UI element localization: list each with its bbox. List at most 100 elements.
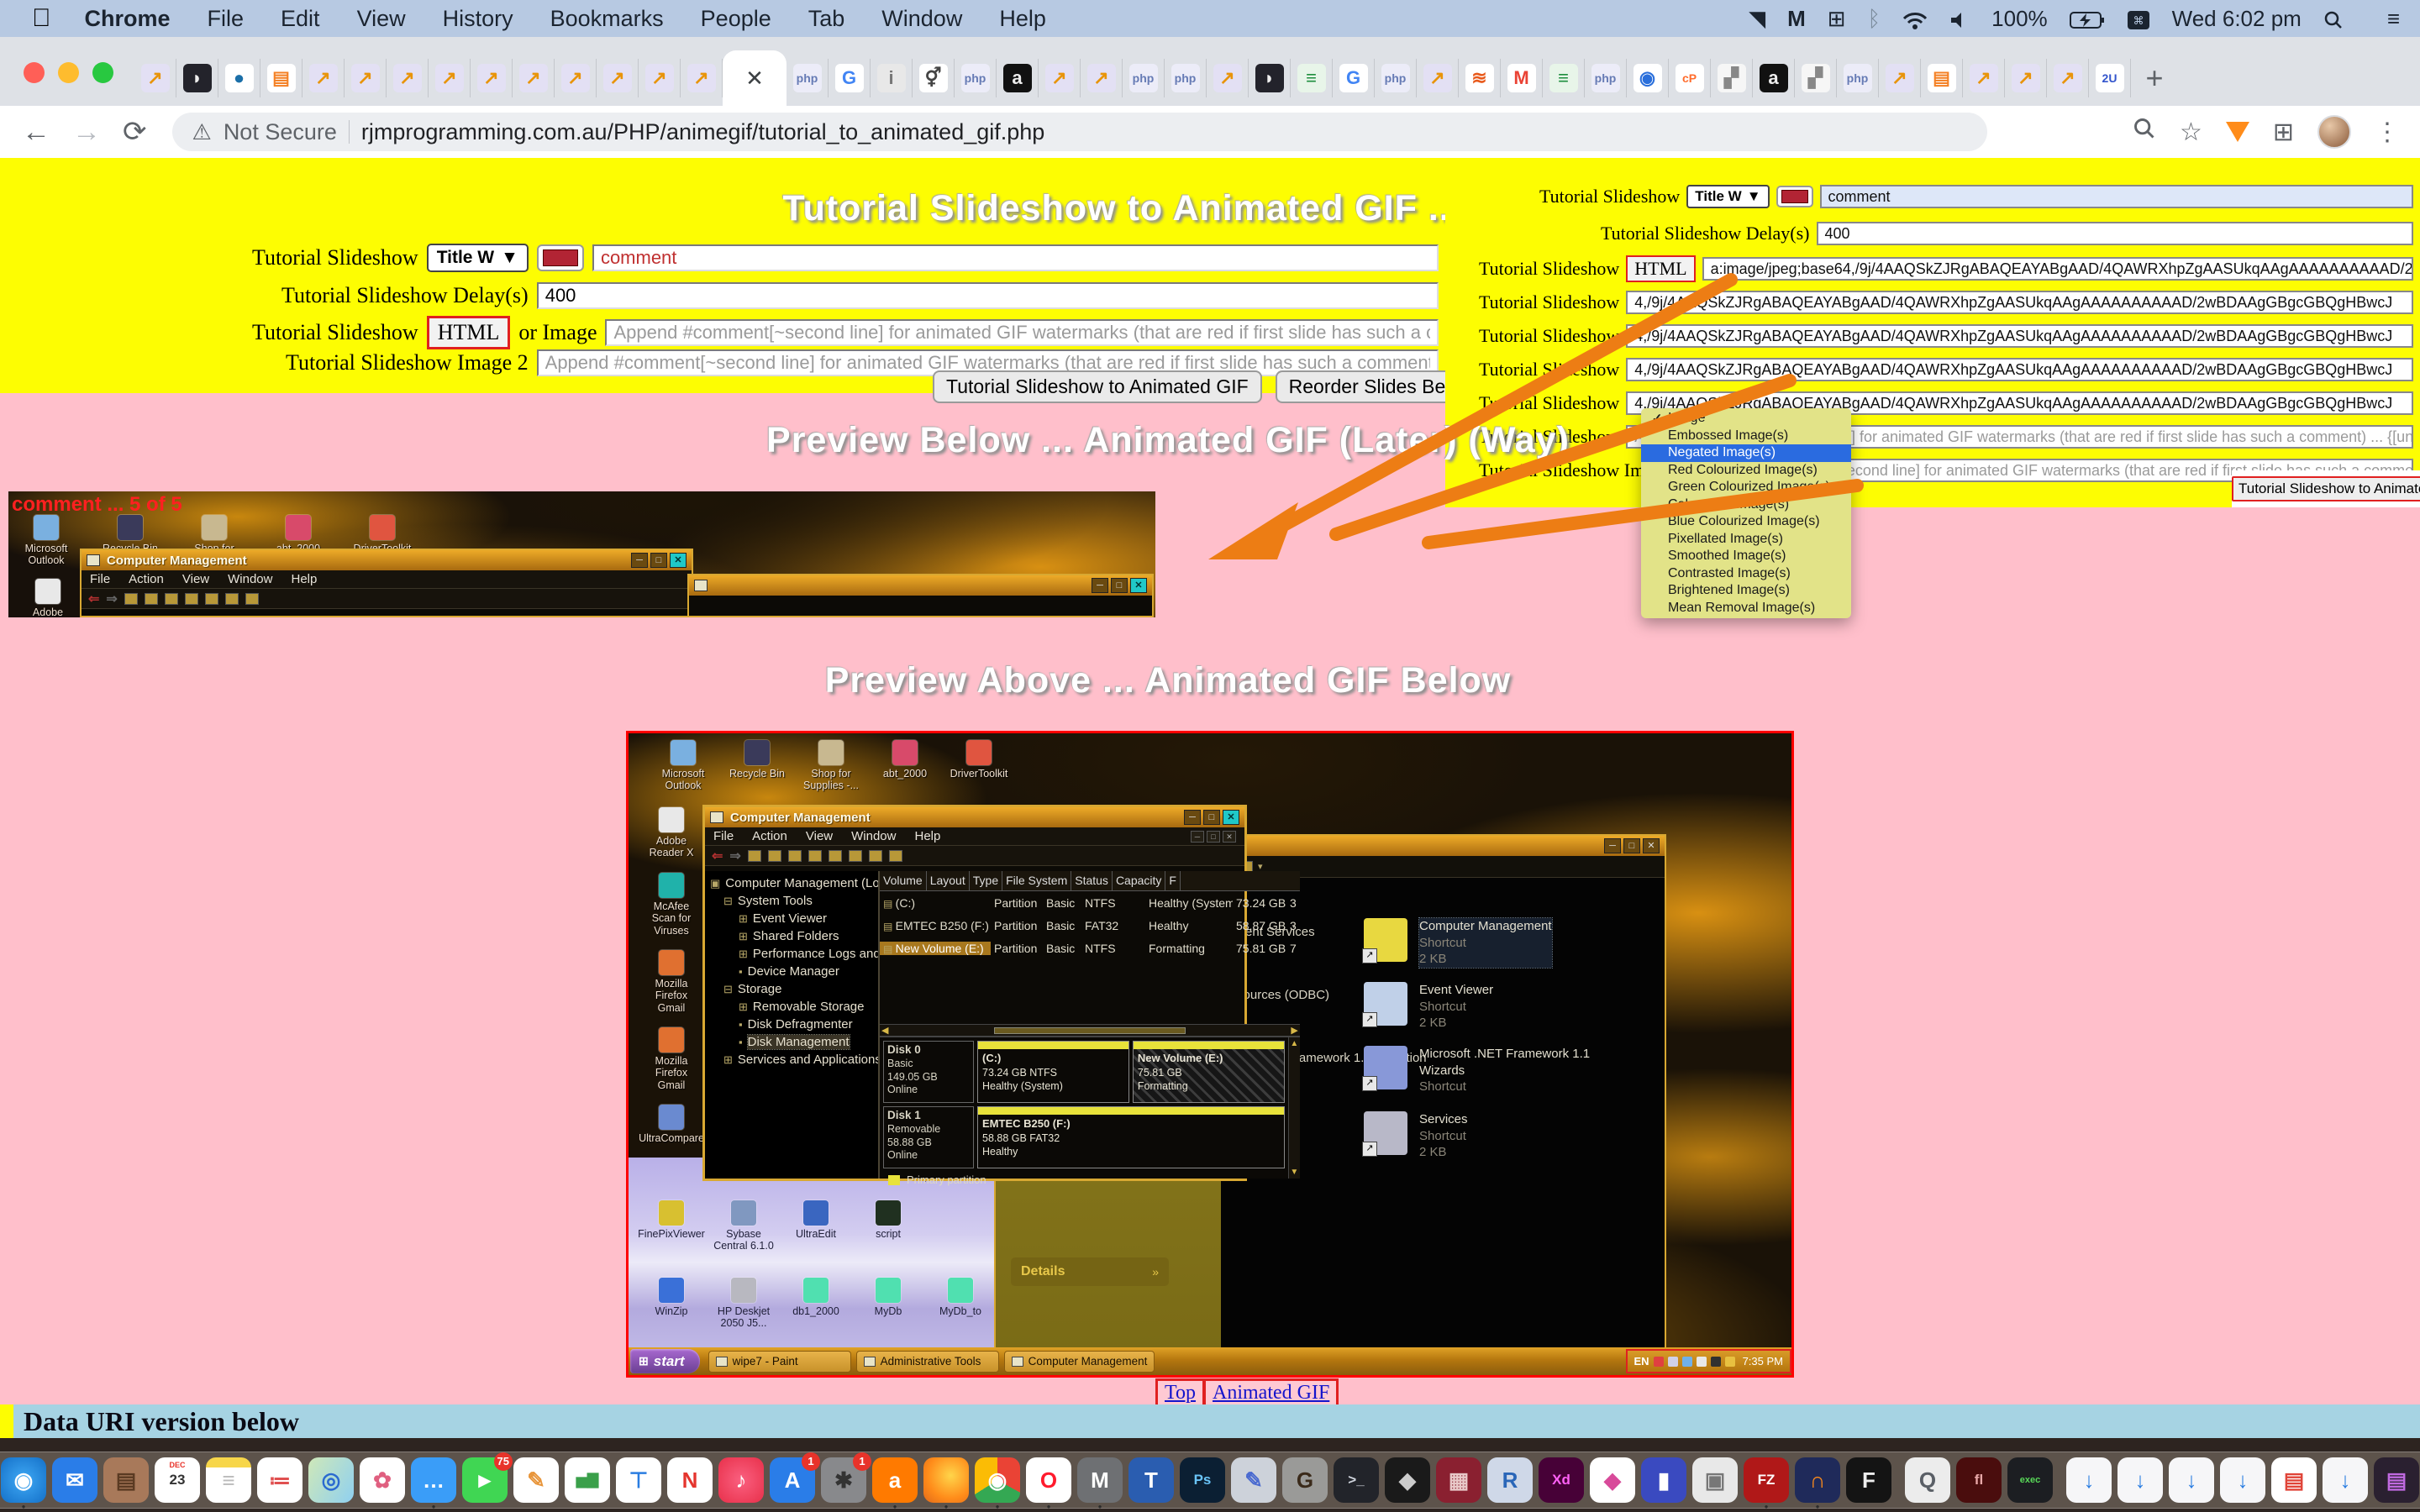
dock-app-icon[interactable]: ≔ <box>257 1457 302 1503</box>
browser-tab[interactable]: php <box>1837 59 1879 97</box>
menubar-app-name[interactable]: Chrome <box>70 6 186 32</box>
tree-expand-icon[interactable]: ⊞ <box>739 948 748 961</box>
dock-app-icon[interactable]: ▤ <box>2374 1457 2419 1503</box>
browser-tab[interactable]: ↗ <box>513 59 555 97</box>
dock-app-icon[interactable]: ↓ <box>2323 1457 2368 1503</box>
tree-item[interactable]: ⊟ Storage <box>705 980 878 998</box>
mailplane-icon[interactable]: M <box>1787 6 1806 32</box>
browser-tab[interactable]: 2U <box>2089 59 2131 97</box>
tray-icon[interactable] <box>1724 1356 1735 1367</box>
menubar-tab[interactable]: Tab <box>793 6 860 32</box>
notification-center-icon[interactable]: ≡ <box>2387 6 2400 32</box>
taskbar-task-button[interactable]: Administrative Tools <box>855 1350 999 1373</box>
column-header[interactable]: Capacity <box>1113 871 1166 890</box>
menubar-help[interactable]: Help <box>984 6 1061 32</box>
p2-title-select[interactable]: Title W ▼ <box>1686 185 1770 208</box>
dock-app-icon[interactable]: T <box>1128 1457 1174 1503</box>
back-button[interactable]: ← <box>22 116 50 149</box>
dock-app-icon[interactable]: A 1 <box>770 1452 820 1503</box>
partition-e[interactable]: New Volume (E:) 75.81 GB Formatting <box>1132 1041 1285 1103</box>
tree-item[interactable]: ⊞ Shared Folders <box>705 927 878 945</box>
tree-item[interactable]: ⊞ Removable Storage <box>705 998 878 1016</box>
p2-slide-input[interactable]: 4,/9j/4AAQSkZJRgABAQEAYABgAAD/4QAWRXhpZg… <box>1626 358 2413 381</box>
search-icon[interactable] <box>2133 117 2156 147</box>
reload-button[interactable]: ⟳ <box>123 115 147 149</box>
dock-app-icon[interactable]: a ● <box>872 1457 918 1510</box>
submit-slideshow-button[interactable]: Tutorial Slideshow to Animated GIF <box>933 370 1262 403</box>
dock-app-icon[interactable]: >_ <box>1334 1457 1379 1503</box>
dropdown-option[interactable]: Pixellated Image(s) <box>1641 531 1851 549</box>
dropdown-option[interactable]: Blue Colourized Image(s) <box>1641 513 1851 531</box>
partition-f[interactable]: EMTEC B250 (F:) 58.88 GB FAT32 Healthy <box>977 1106 1285 1168</box>
browser-tab[interactable]: ↗ <box>302 59 345 97</box>
tree-expand-icon[interactable]: ▣ <box>710 877 720 890</box>
dock-app-icon[interactable]: ✿ <box>360 1457 405 1503</box>
window-close-button[interactable] <box>24 62 45 83</box>
dropdown-option[interactable]: Red Colourized Image(s) <box>1641 462 1851 480</box>
dropdown-option[interactable]: Brightened Image(s) <box>1641 582 1851 600</box>
tray-icon[interactable] <box>1696 1356 1707 1367</box>
p2-delay-input[interactable]: 400 <box>1816 222 2413 245</box>
dock-app-icon[interactable]: ▅▇ <box>565 1457 610 1503</box>
p2-base64-input[interactable]: a:image/jpeg;base64,/9j/4AAQSkZJRgABAQEA… <box>1702 257 2413 281</box>
dock-app-icon[interactable]: ↓ <box>2066 1457 2112 1503</box>
scroll-up-icon[interactable]: ▲ <box>1290 1039 1298 1048</box>
browser-tab[interactable]: ↗ <box>2005 59 2047 97</box>
browser-tab[interactable]: ↗ <box>2047 59 2089 97</box>
dock-app-icon[interactable]: … ● <box>411 1457 456 1510</box>
dock-app-icon[interactable]: G <box>1282 1457 1328 1503</box>
tree-item[interactable]: ⊟ System Tools <box>705 892 878 910</box>
menu-action[interactable]: Action <box>752 829 787 843</box>
menu-view[interactable]: View <box>806 829 833 843</box>
top-link[interactable]: Top <box>1155 1378 1205 1408</box>
dropdown-option[interactable]: Colourized Image(s) <box>1641 496 1851 514</box>
menubar-window[interactable]: Window <box>866 6 977 32</box>
column-header[interactable]: Volume <box>880 871 927 890</box>
admin-item[interactable]: Microsoft .NET Framework 1.1 Wizards Sho… <box>1362 1046 1621 1095</box>
menu-help[interactable]: Help <box>914 829 940 843</box>
browser-tab[interactable]: php <box>955 59 997 97</box>
tree-item[interactable]: ▪ Disk Management <box>705 1033 878 1051</box>
dock-app-icon[interactable]: ▤ <box>103 1457 149 1503</box>
browser-tab[interactable]: ↗ <box>681 59 723 97</box>
dock-app-icon[interactable]: ▮ <box>1641 1457 1686 1503</box>
tree-expand-icon[interactable]: ▪ <box>739 965 743 978</box>
bookmark-star-icon[interactable]: ☆ <box>2180 118 2202 147</box>
scroll-left-icon[interactable]: ◀ <box>881 1025 888 1036</box>
column-header[interactable]: Status <box>1071 871 1113 890</box>
taskbar-task-button[interactable]: wipe7 - Paint <box>708 1350 851 1373</box>
dock-app-icon[interactable]: Ps <box>1180 1457 1225 1503</box>
browser-tab[interactable]: ↗ <box>429 59 471 97</box>
tree-expand-icon[interactable]: ⊟ <box>723 983 733 996</box>
dock-app-icon[interactable]: ≡ <box>206 1457 251 1503</box>
battery-icon[interactable] <box>2069 6 2105 32</box>
tree-item[interactable]: ⊞ Event Viewer <box>705 910 878 927</box>
dock-app-icon[interactable]: R <box>1487 1457 1533 1503</box>
browser-tab[interactable]: php <box>1165 59 1207 97</box>
dock-app-icon[interactable]: ↓ <box>2169 1457 2214 1503</box>
browser-tab[interactable]: ↗ <box>555 59 597 97</box>
dock-app-icon[interactable]: Q <box>1905 1457 1950 1503</box>
title-select[interactable]: Title W ▼ <box>426 244 529 272</box>
browser-tab[interactable]: a <box>997 59 1039 97</box>
browser-tab[interactable]: ↗ <box>1039 59 1081 97</box>
dock-app-icon[interactable] <box>1897 1458 1899 1502</box>
browser-tab[interactable]: php <box>1585 59 1627 97</box>
browser-tab[interactable]: ↗ <box>471 59 513 97</box>
dock-app-icon[interactable]: ▣ <box>1692 1457 1738 1503</box>
input-source-icon[interactable]: ⌘ <box>2127 6 2150 32</box>
column-header[interactable]: Type <box>970 871 1003 890</box>
browser-tab[interactable]: ↗ <box>1417 59 1459 97</box>
browser-tab[interactable]: ≡ <box>1543 59 1585 97</box>
tray-icon[interactable] <box>1710 1356 1721 1367</box>
address-bar[interactable]: ⚠ Not Secure rjmprogramming.com.au/PHP/a… <box>171 113 1987 151</box>
taskbar-task-button[interactable]: Computer Management <box>1003 1350 1155 1373</box>
dock-app-icon[interactable]: ✉ <box>52 1457 97 1503</box>
tree-item[interactable]: ▪ Disk Defragmenter <box>705 1016 878 1033</box>
menubar-bookmarks[interactable]: Bookmarks <box>535 6 679 32</box>
volume-row[interactable]: New Volume (E:)PartitionBasic NTFSFormat… <box>880 937 1300 959</box>
browser-tab[interactable]: php <box>1375 59 1417 97</box>
browser-tab[interactable]: ≋ <box>1459 59 1501 97</box>
dock-app-icon[interactable]: ◆ <box>1385 1457 1430 1503</box>
dock-app-icon[interactable]: DEC 23 <box>155 1457 200 1503</box>
